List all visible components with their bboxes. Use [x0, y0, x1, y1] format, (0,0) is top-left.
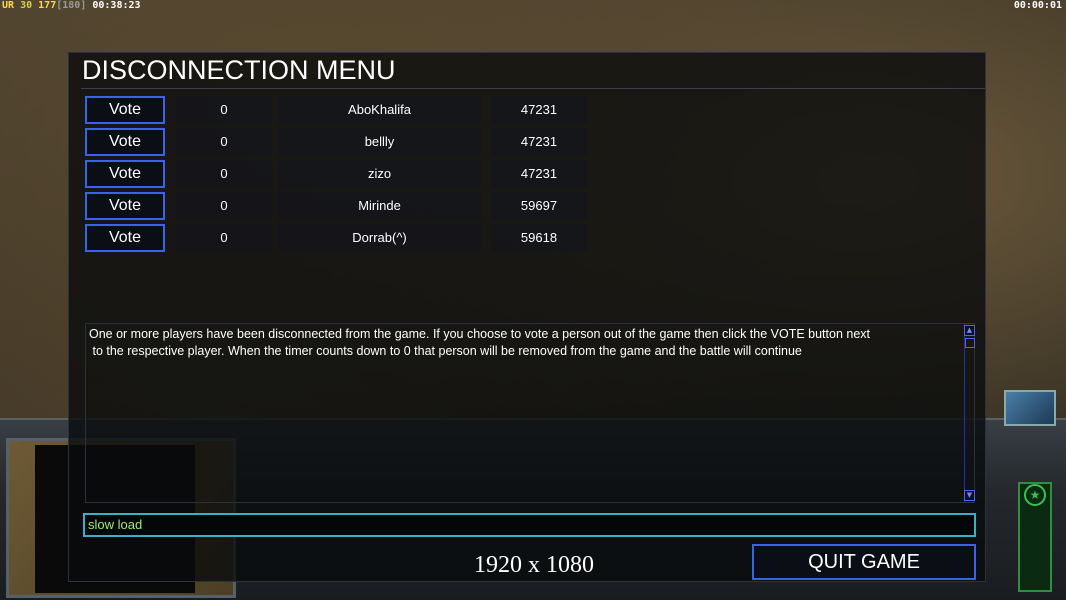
- title-divider: [81, 88, 985, 89]
- player-ping: 47231: [491, 128, 587, 156]
- message-box[interactable]: One or more players have been disconnect…: [85, 323, 975, 503]
- chat-input[interactable]: slow load: [83, 513, 976, 537]
- vote-button[interactable]: Vote: [85, 192, 165, 220]
- vote-count: 0: [176, 96, 272, 124]
- player-name: AboKhalifa: [278, 96, 481, 124]
- vote-count: 0: [176, 224, 272, 252]
- vote-button[interactable]: Vote: [85, 224, 165, 252]
- disconnection-dialog: DISCONNECTION MENU Vote 0 AboKhalifa 472…: [68, 52, 986, 582]
- player-name: Mirinde: [278, 192, 481, 220]
- player-ping: 59697: [491, 192, 587, 220]
- vote-count: 0: [176, 160, 272, 188]
- player-name: zizo: [278, 160, 481, 188]
- status-bar: UR 30 177[180] 00:38:23 00:00:01: [0, 0, 1066, 12]
- vote-button[interactable]: Vote: [85, 160, 165, 188]
- power-max: [180]: [56, 0, 87, 11]
- message-text: One or more players have been disconnect…: [89, 326, 963, 360]
- vote-count: 0: [176, 128, 272, 156]
- player-ping: 47231: [491, 96, 587, 124]
- unit-count: 30: [20, 0, 33, 11]
- star-icon: ★: [1024, 484, 1046, 506]
- player-name: Dorrab(^): [278, 224, 481, 252]
- vote-count: 0: [176, 192, 272, 220]
- countdown-timer: 00:00:01: [1013, 0, 1062, 11]
- player-ping: 59618: [491, 224, 587, 252]
- status-left: UR 30 177[180] 00:38:23: [2, 0, 141, 12]
- scroll-thumb[interactable]: [965, 338, 975, 348]
- dialog-title: DISCONNECTION MENU: [82, 55, 396, 85]
- resolution-label: 1920 x 1080: [474, 552, 594, 578]
- message-line: to the respective player. When the timer…: [89, 344, 802, 358]
- elapsed-time: 00:38:23: [92, 0, 141, 11]
- scrollbar[interactable]: [964, 324, 975, 502]
- player-name: bellly: [278, 128, 481, 156]
- quit-game-button[interactable]: QUIT GAME: [752, 544, 976, 580]
- satellite-icon[interactable]: [1004, 390, 1056, 426]
- power-count: 177: [38, 0, 57, 11]
- faction-label: UR: [2, 0, 15, 11]
- message-line: One or more players have been disconnect…: [89, 327, 871, 341]
- scroll-up-icon[interactable]: ▲: [964, 325, 975, 336]
- vote-button[interactable]: Vote: [85, 96, 165, 124]
- scroll-down-icon[interactable]: ▼: [964, 490, 975, 501]
- player-ping: 47231: [491, 160, 587, 188]
- vote-button[interactable]: Vote: [85, 128, 165, 156]
